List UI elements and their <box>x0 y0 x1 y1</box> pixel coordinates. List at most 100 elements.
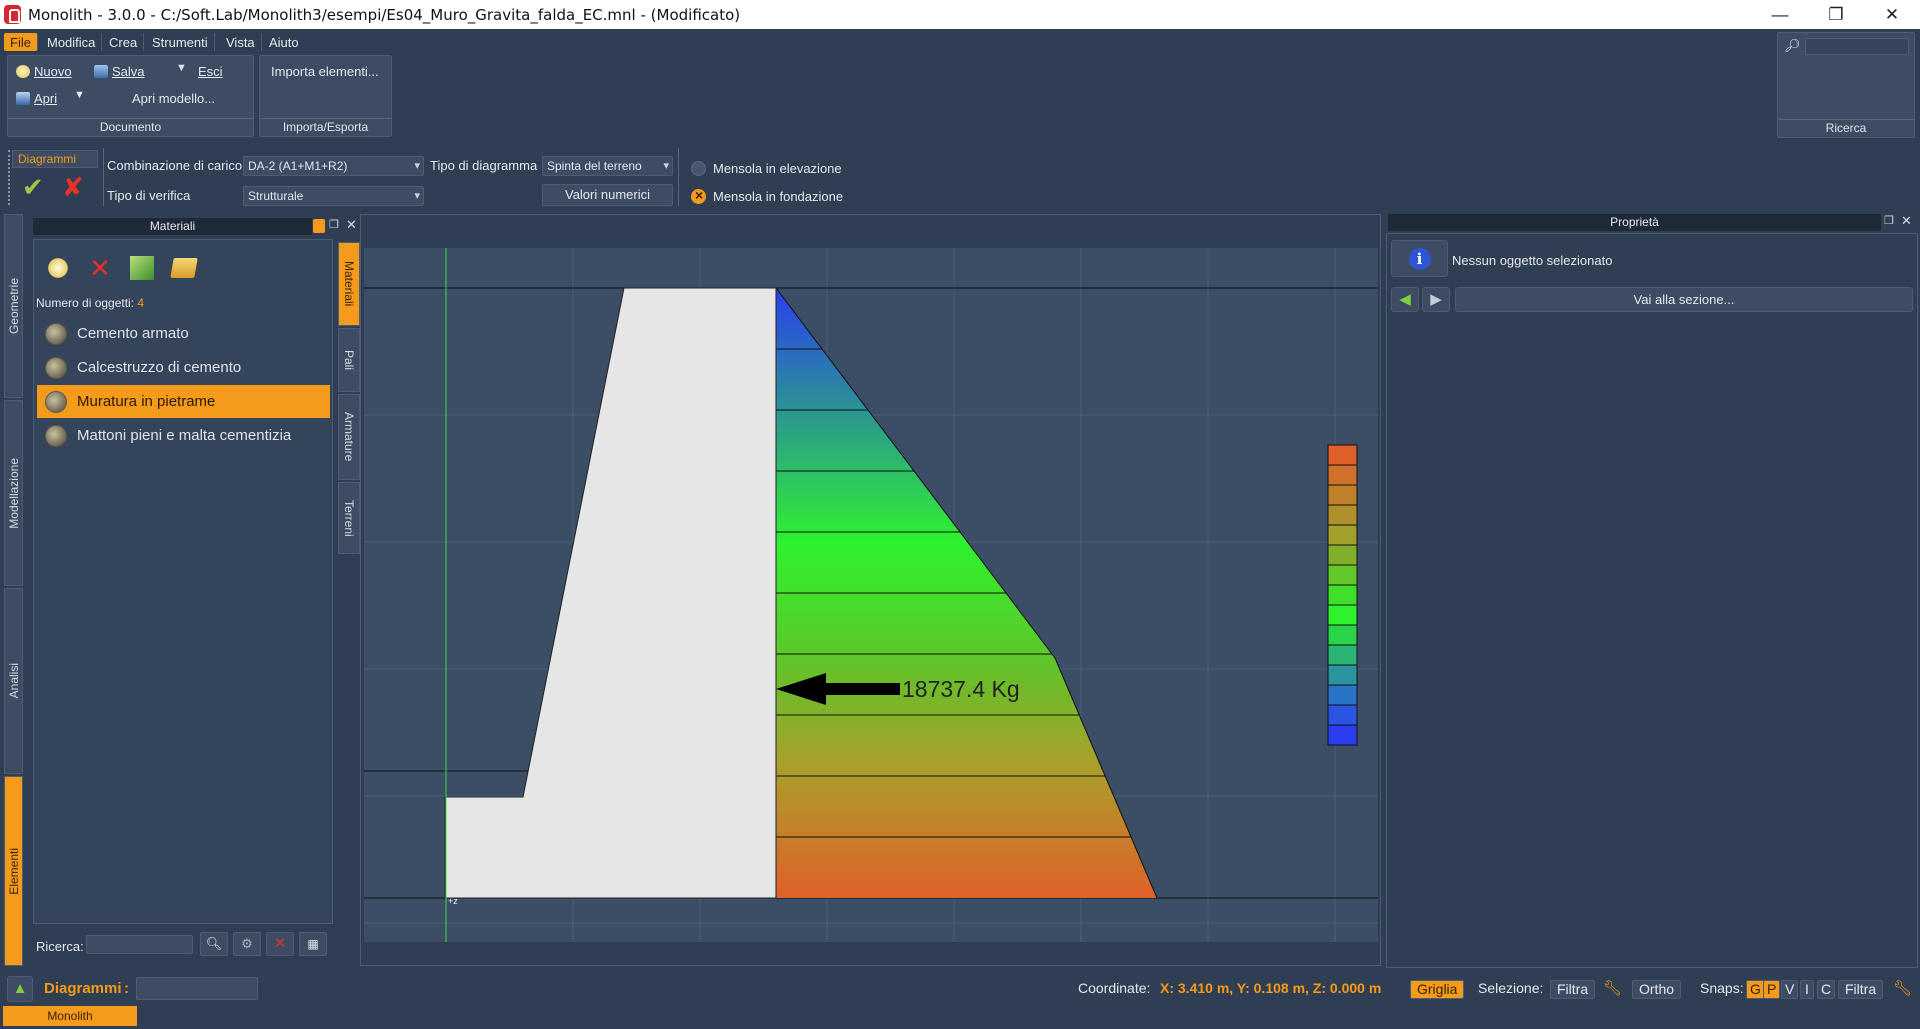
menu-crea[interactable]: Crea <box>103 33 145 51</box>
force-label: 18737.4 Kg <box>902 676 1020 702</box>
filtra-selection-button[interactable]: Filtra <box>1550 980 1596 999</box>
combinazione-label: Combinazione di carico <box>107 158 243 173</box>
nessun-oggetto-label: Nessun oggetto selezionato <box>1452 253 1613 268</box>
proprieta-panel-title: Proprietà <box>1388 214 1881 231</box>
command-input[interactable] <box>136 977 258 1000</box>
tab-geometrie[interactable]: Geometrie <box>4 214 23 398</box>
up-arrow-button[interactable]: ▲ <box>7 976 33 1002</box>
list-item[interactable]: Mattoni pieni e malta cementizia <box>37 419 330 452</box>
apri-dropdown[interactable]: ▼ <box>74 89 85 101</box>
panel-pin-icon[interactable] <box>313 219 325 233</box>
filter-options-button[interactable]: ▦ <box>299 932 327 956</box>
tab-diagrammi[interactable]: Diagrammi <box>12 150 98 168</box>
tab-analisi[interactable]: Analisi <box>4 588 23 774</box>
nuovo-label: Nuovo <box>34 64 72 79</box>
close-button[interactable]: ✕ <box>1864 0 1920 29</box>
color-scale-legend <box>1327 444 1358 746</box>
filtra-snap-button[interactable]: Filtra <box>1838 980 1884 999</box>
gravity-wall <box>444 287 777 899</box>
maximize-button[interactable]: ❐ <box>1808 0 1864 29</box>
list-item[interactable]: Calcestruzzo di cemento <box>37 351 330 384</box>
snap-v-toggle[interactable]: V <box>1781 980 1799 999</box>
clear-search-button[interactable]: ✕ <box>266 932 294 956</box>
materials-side-tabs: Materiali Pali Armature Terreni <box>338 242 360 562</box>
combinazione-select[interactable]: DA-2 (A1+M1+R2) <box>243 156 424 176</box>
nuovo-button[interactable]: Nuovo <box>16 64 72 79</box>
material-name: Mattoni pieni e malta cementizia <box>77 427 292 444</box>
snap-c-toggle[interactable]: C <box>1817 980 1836 999</box>
forward-arrow-button[interactable]: ▶ <box>1422 287 1450 312</box>
selection-settings-icon[interactable]: 🔧︎ <box>1603 979 1622 997</box>
proprieta-float-icon[interactable]: ❐ <box>1884 214 1894 227</box>
snap-i-toggle[interactable]: I <box>1800 980 1814 999</box>
ribbon-group-ricerca: 🔎︎ Ricerca <box>1777 32 1915 138</box>
mode-colon: : <box>124 980 129 997</box>
list-item[interactable]: Cemento armato <box>37 317 330 350</box>
apri-modello-button[interactable]: Apri modello... <box>132 91 215 106</box>
new-material-button[interactable] <box>41 251 75 285</box>
menu-aiuto[interactable]: Aiuto <box>263 33 305 51</box>
griglia-toggle[interactable]: Griglia <box>1410 980 1465 999</box>
title-bar: Monolith - 3.0.0 - C:/Soft.Lab/Monolith3… <box>0 0 1920 29</box>
tab-elementi-label: Elementi <box>6 847 21 895</box>
material-icon <box>45 390 67 413</box>
axis-marker: +z <box>448 896 458 906</box>
menu-strumenti[interactable]: Strumenti <box>146 33 215 51</box>
tipo-verifica-select[interactable]: Strutturale <box>243 186 424 206</box>
add-material-button[interactable] <box>125 251 159 285</box>
apri-button[interactable]: Apri <box>16 91 57 106</box>
back-arrow-button[interactable]: ◀ <box>1391 287 1419 312</box>
panel-close-icon[interactable]: ✕ <box>346 217 357 233</box>
importa-elementi-button[interactable]: Importa elementi... <box>271 64 379 79</box>
tab-modellazione-label: Modellazione <box>6 457 21 529</box>
drawing-canvas[interactable]: +z 18737.4 Kg <box>364 248 1378 942</box>
ortho-toggle[interactable]: Ortho <box>1632 980 1682 999</box>
cubes-icon <box>130 256 154 280</box>
material-name: Calcestruzzo di cemento <box>77 359 242 376</box>
esci-button[interactable]: Esci <box>198 64 223 79</box>
confirm-checkmark-icon[interactable]: ✔ <box>22 174 44 200</box>
tab-monolith[interactable]: Monolith <box>3 1006 137 1026</box>
mensola-elevazione-label: Mensola in elevazione <box>713 161 842 176</box>
mensola-fondazione-radio[interactable] <box>691 187 706 204</box>
tab-materiali[interactable]: Materiali <box>338 242 360 326</box>
proprieta-close-icon[interactable]: ✕ <box>1901 213 1912 229</box>
tab-terreni[interactable]: Terreni <box>338 482 360 554</box>
menu-modifica[interactable]: Modifica <box>41 33 103 51</box>
salva-dropdown[interactable]: ▼ <box>176 62 187 74</box>
left-tab-bar: Geometrie Modellazione Analisi Elementi <box>4 214 23 966</box>
tab-modellazione[interactable]: Modellazione <box>4 400 23 586</box>
mode-label: Diagrammi <box>44 980 122 997</box>
proprieta-panel <box>1386 233 1918 968</box>
material-icon <box>45 322 67 345</box>
list-item-selected[interactable]: Muratura in pietrame <box>37 385 330 418</box>
save-icon <box>94 65 108 78</box>
cancel-x-icon[interactable]: ✘ <box>62 174 84 200</box>
menu-vista[interactable]: Vista <box>220 33 262 51</box>
tab-pali[interactable]: Pali <box>338 328 360 392</box>
delete-material-button[interactable]: ✕ <box>83 251 117 285</box>
ricerca-input[interactable] <box>1805 38 1909 55</box>
tab-terreni-label: Terreni <box>342 499 356 537</box>
materials-search-input[interactable] <box>86 935 193 954</box>
tab-armature[interactable]: Armature <box>338 394 360 480</box>
tab-armature-label: Armature <box>342 412 356 462</box>
tipo-diagramma-select[interactable]: Spinta del terreno <box>542 156 673 176</box>
salva-button[interactable]: Salva <box>94 64 145 79</box>
minimize-button[interactable]: — <box>1752 0 1808 29</box>
search-filter-button[interactable]: 🔍︎ <box>200 932 228 956</box>
panel-float-icon[interactable]: ❐ <box>329 218 339 231</box>
open-library-button[interactable] <box>167 251 201 285</box>
snap-settings-icon[interactable]: 🔧︎ <box>1893 979 1912 997</box>
material-name: Muratura in pietrame <box>77 393 216 410</box>
refresh-button[interactable]: ⚙ <box>233 932 261 956</box>
valori-numerici-button[interactable]: Valori numerici <box>542 184 673 206</box>
mensola-elevazione-radio[interactable] <box>691 161 706 176</box>
numero-oggetti-value: 4 <box>137 296 145 310</box>
tab-elementi[interactable]: Elementi <box>4 776 23 966</box>
snap-p-toggle[interactable]: P <box>1763 980 1781 999</box>
menu-file[interactable]: File <box>4 33 38 51</box>
material-icon <box>45 424 67 447</box>
diagram-svg: +z 18737.4 Kg <box>364 248 1378 942</box>
vai-alla-sezione-select[interactable]: Vai alla sezione... <box>1455 287 1913 312</box>
